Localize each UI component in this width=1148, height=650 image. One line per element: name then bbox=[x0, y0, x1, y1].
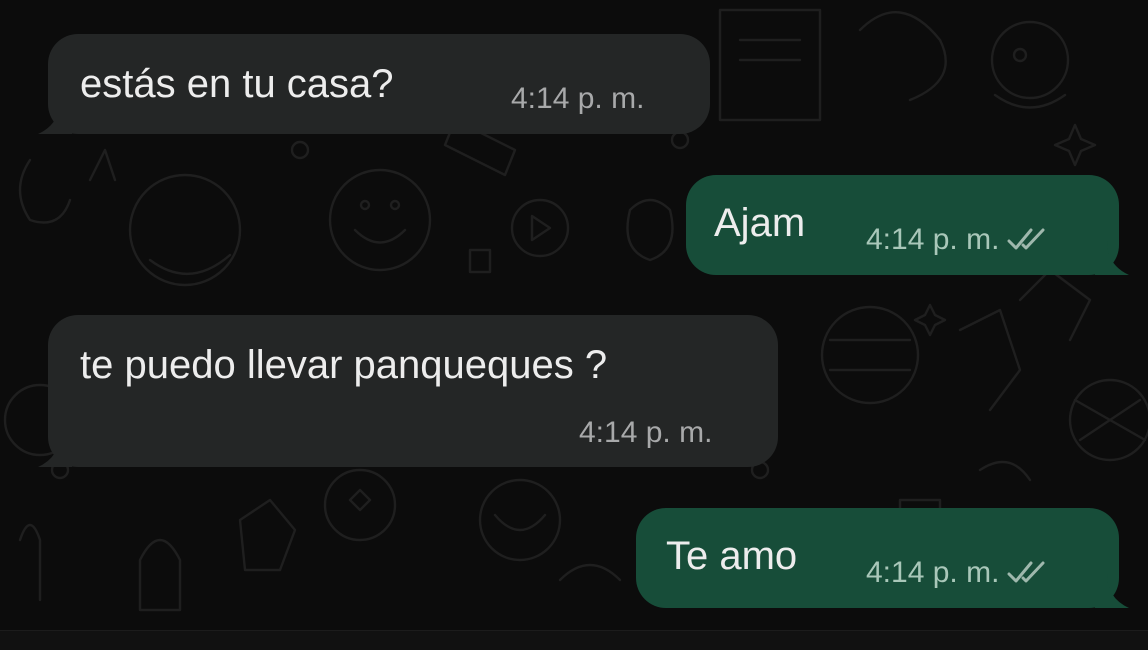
message-text: te puedo llevar panqueques ? bbox=[80, 343, 608, 387]
message-bubble-outgoing[interactable]: Te amo 4:14 p. m. bbox=[636, 508, 1129, 608]
message-meta: 4:14 p. m. bbox=[511, 82, 644, 116]
message-bubble-outgoing[interactable]: Ajam 4:14 p. m. bbox=[686, 175, 1129, 275]
bubble-tail bbox=[1095, 241, 1129, 275]
message-text: Ajam bbox=[714, 201, 806, 245]
message-bubble-incoming[interactable]: estás en tu casa? 4:14 p. m. bbox=[38, 34, 710, 134]
chat-view[interactable]: estás en tu casa? 4:14 p. m. Ajam 4:14 p… bbox=[0, 0, 1148, 630]
bubble-tail bbox=[1095, 574, 1129, 608]
bottom-bar bbox=[0, 630, 1148, 650]
message-time: 4:14 p. m. bbox=[511, 82, 645, 115]
message-text: Te amo bbox=[666, 534, 798, 578]
message-time: 4:14 p. m. bbox=[866, 223, 1000, 256]
message-meta: 4:14 p. m. bbox=[866, 556, 1051, 590]
message-text: estás en tu casa? bbox=[80, 62, 394, 106]
message-time: 4:14 p. m. bbox=[579, 416, 713, 449]
double-check-icon bbox=[1007, 228, 1045, 250]
message-meta: 4:14 p. m. bbox=[579, 416, 712, 450]
bubble-tail bbox=[38, 433, 72, 467]
message-bubble-incoming[interactable]: te puedo llevar panqueques ? 4:14 p. m. bbox=[38, 315, 778, 467]
double-check-icon bbox=[1007, 561, 1045, 583]
message-meta: 4:14 p. m. bbox=[866, 223, 1051, 257]
bubble-tail bbox=[38, 100, 72, 134]
message-time: 4:14 p. m. bbox=[866, 556, 1000, 589]
